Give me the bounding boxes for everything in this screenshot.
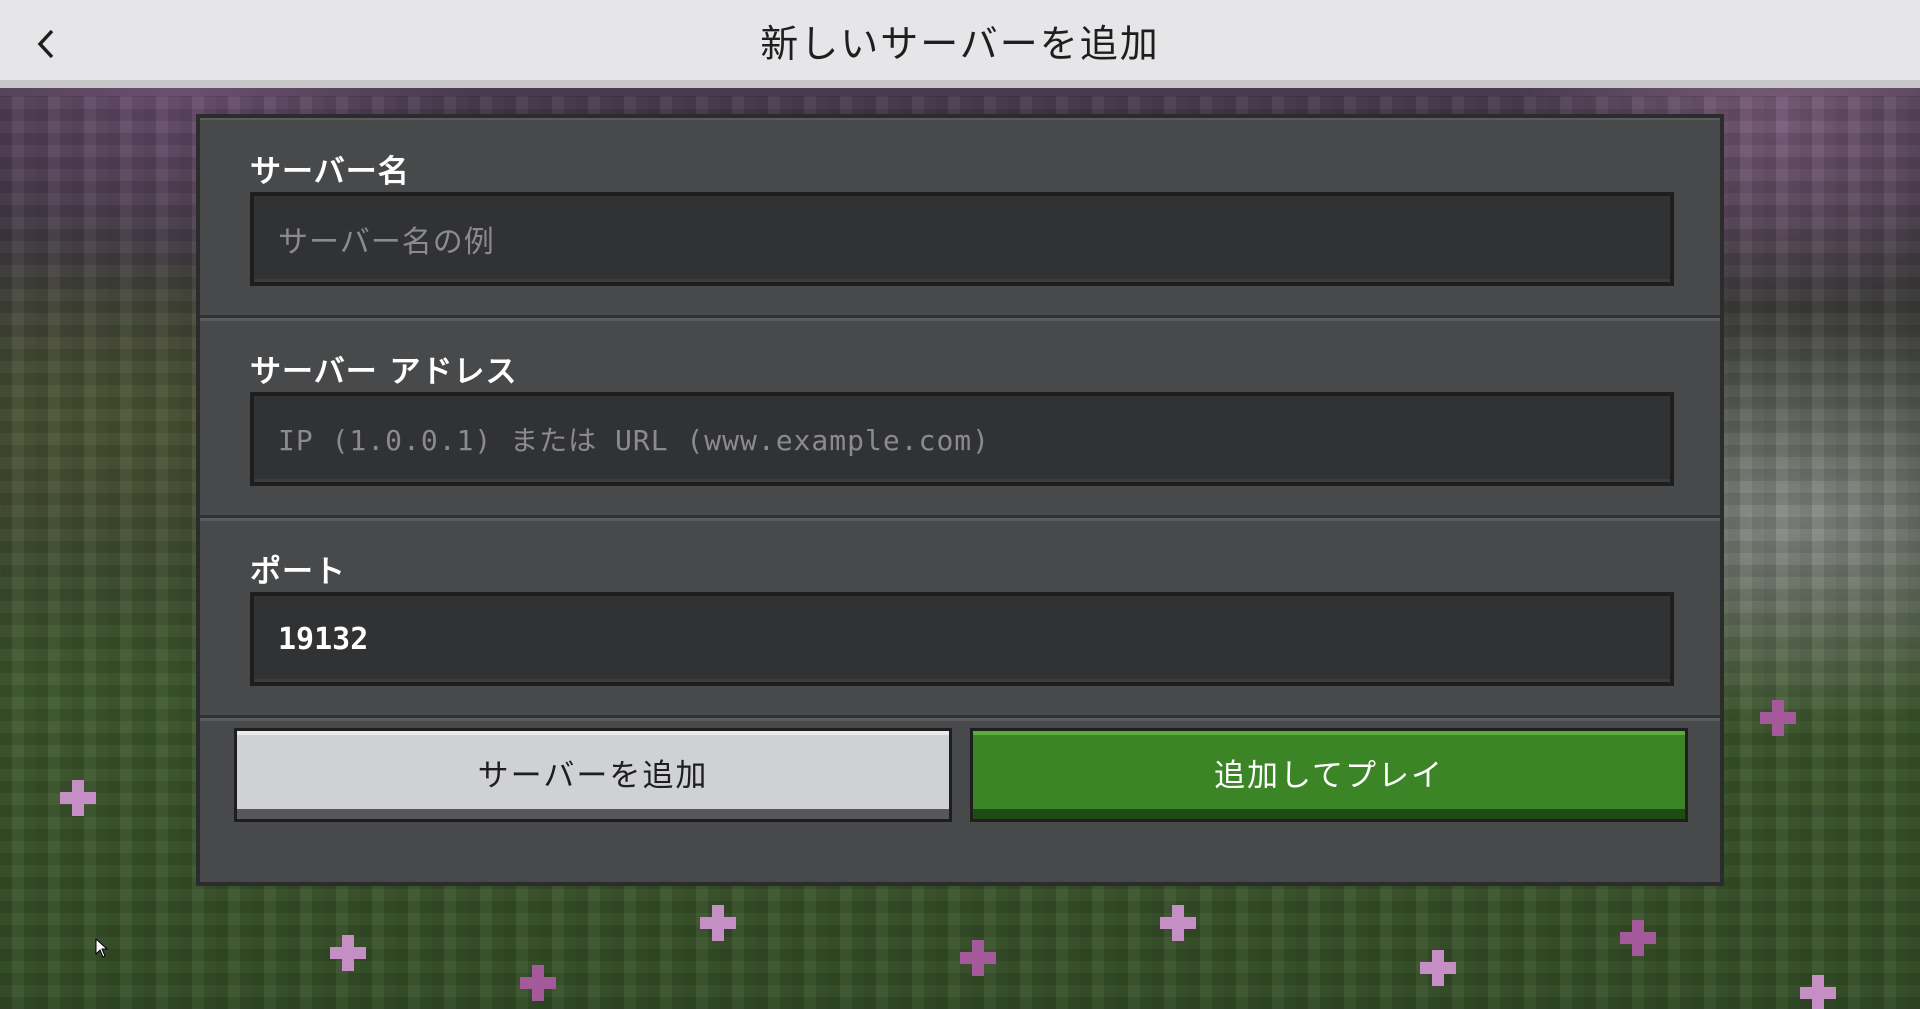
add-and-play-button[interactable]: 追加してプレイ: [970, 728, 1688, 822]
server-name-input[interactable]: サーバー名の例: [250, 192, 1674, 286]
server-name-placeholder: サーバー名の例: [278, 225, 495, 260]
server-address-placeholder: IP (1.0.0.1) または URL (www.example.com): [278, 424, 991, 457]
flower-decoration: [1760, 700, 1796, 736]
port-value: 19132: [278, 621, 369, 657]
flower-decoration: [1800, 975, 1836, 1009]
header-bar: 新しいサーバーを追加: [0, 0, 1920, 88]
flower-decoration: [700, 905, 736, 941]
server-name-section: サーバー名 サーバー名の例: [200, 118, 1720, 321]
port-section: ポート 19132: [200, 518, 1720, 721]
flower-decoration: [960, 940, 996, 976]
flower-decoration: [520, 965, 556, 1001]
port-input[interactable]: 19132: [250, 592, 1674, 686]
action-buttons: サーバーを追加 追加してプレイ: [200, 728, 1720, 886]
port-label: ポート: [250, 554, 346, 590]
server-address-label: サーバー アドレス: [250, 354, 518, 390]
add-server-form: サーバー名 サーバー名の例 サーバー アドレス IP (1.0.0.1) または…: [196, 114, 1724, 886]
page-title: 新しいサーバーを追加: [760, 21, 1160, 66]
flower-decoration: [330, 935, 366, 971]
server-name-label: サーバー名: [250, 154, 410, 190]
flower-decoration: [1620, 920, 1656, 956]
server-address-section: サーバー アドレス IP (1.0.0.1) または URL (www.exam…: [200, 318, 1720, 521]
back-button[interactable]: [26, 22, 66, 66]
server-address-input[interactable]: IP (1.0.0.1) または URL (www.example.com): [250, 392, 1674, 486]
flower-decoration: [1420, 950, 1456, 986]
flower-decoration: [60, 780, 96, 816]
flower-decoration: [1160, 905, 1196, 941]
chevron-left-icon: [37, 29, 54, 59]
mouse-cursor-icon: [95, 938, 109, 958]
add-server-button[interactable]: サーバーを追加: [234, 728, 952, 822]
